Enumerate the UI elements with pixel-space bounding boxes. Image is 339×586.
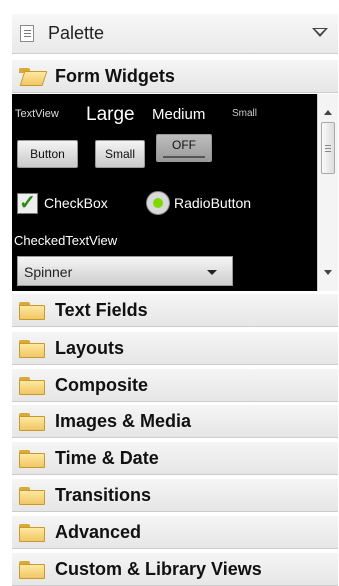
- palette-header: Palette: [12, 14, 338, 54]
- preview-scrollbar[interactable]: [317, 94, 338, 291]
- small-button-widget[interactable]: Small: [95, 140, 145, 168]
- spinner-label: Spinner: [24, 264, 73, 280]
- small-text-widget[interactable]: Small: [232, 108, 257, 119]
- folder-icon: [19, 413, 45, 431]
- checked-textview-widget[interactable]: CheckedTextView: [14, 233, 117, 248]
- button-widget[interactable]: Button: [17, 140, 78, 168]
- widget-preview-panel: TextView Large Medium Small Button Small…: [12, 94, 338, 291]
- category-label: Composite: [55, 375, 149, 395]
- category-item[interactable]: Advanced: [12, 516, 338, 549]
- folder-icon: [19, 487, 45, 505]
- category-label: Advanced: [55, 522, 142, 542]
- textview-widget[interactable]: TextView: [15, 108, 59, 120]
- chevron-down-icon[interactable]: [312, 28, 328, 37]
- radio-button-widget-label[interactable]: RadioButton: [174, 195, 251, 211]
- category-item[interactable]: Composite: [12, 369, 338, 402]
- spinner-widget[interactable]: Spinner: [17, 256, 233, 286]
- category-form-widgets[interactable]: Form Widgets: [12, 60, 338, 93]
- category-item[interactable]: Images & Media: [12, 405, 338, 438]
- checkbox-check-icon[interactable]: ✓: [17, 193, 38, 214]
- category-label: Images & Media: [55, 411, 192, 431]
- category-item[interactable]: Layouts: [12, 332, 338, 365]
- category-label: Form Widgets: [55, 66, 175, 86]
- medium-text-widget[interactable]: Medium: [152, 106, 205, 123]
- open-folder-icon: [19, 68, 48, 86]
- large-text-widget[interactable]: Large: [86, 104, 135, 126]
- category-item[interactable]: Custom & Library Views: [12, 553, 338, 586]
- category-label: Transitions: [55, 485, 152, 505]
- radio-button-icon[interactable]: [146, 191, 170, 215]
- category-label: Time & Date: [55, 448, 159, 468]
- folder-icon: [19, 524, 45, 542]
- folder-icon: [19, 561, 45, 579]
- category-label: Text Fields: [55, 300, 148, 320]
- toggle-button-widget[interactable]: OFF: [156, 134, 212, 162]
- folder-icon: [19, 377, 45, 395]
- checkbox-widget-label[interactable]: CheckBox: [44, 195, 108, 211]
- category-item[interactable]: Text Fields: [12, 294, 338, 327]
- scroll-down-icon[interactable]: [324, 270, 332, 275]
- scroll-up-icon[interactable]: [324, 110, 332, 115]
- dropdown-arrow-icon: [207, 270, 217, 275]
- palette-title: Palette: [48, 23, 105, 43]
- folder-icon: [19, 302, 45, 320]
- palette-list-icon: [20, 25, 34, 42]
- folder-icon: [19, 340, 45, 358]
- folder-icon: [19, 450, 45, 468]
- category-label: Layouts: [55, 338, 125, 358]
- category-label: Custom & Library Views: [55, 559, 262, 579]
- scroll-thumb[interactable]: [321, 122, 335, 174]
- category-item[interactable]: Time & Date: [12, 442, 338, 475]
- category-item[interactable]: Transitions: [12, 479, 338, 512]
